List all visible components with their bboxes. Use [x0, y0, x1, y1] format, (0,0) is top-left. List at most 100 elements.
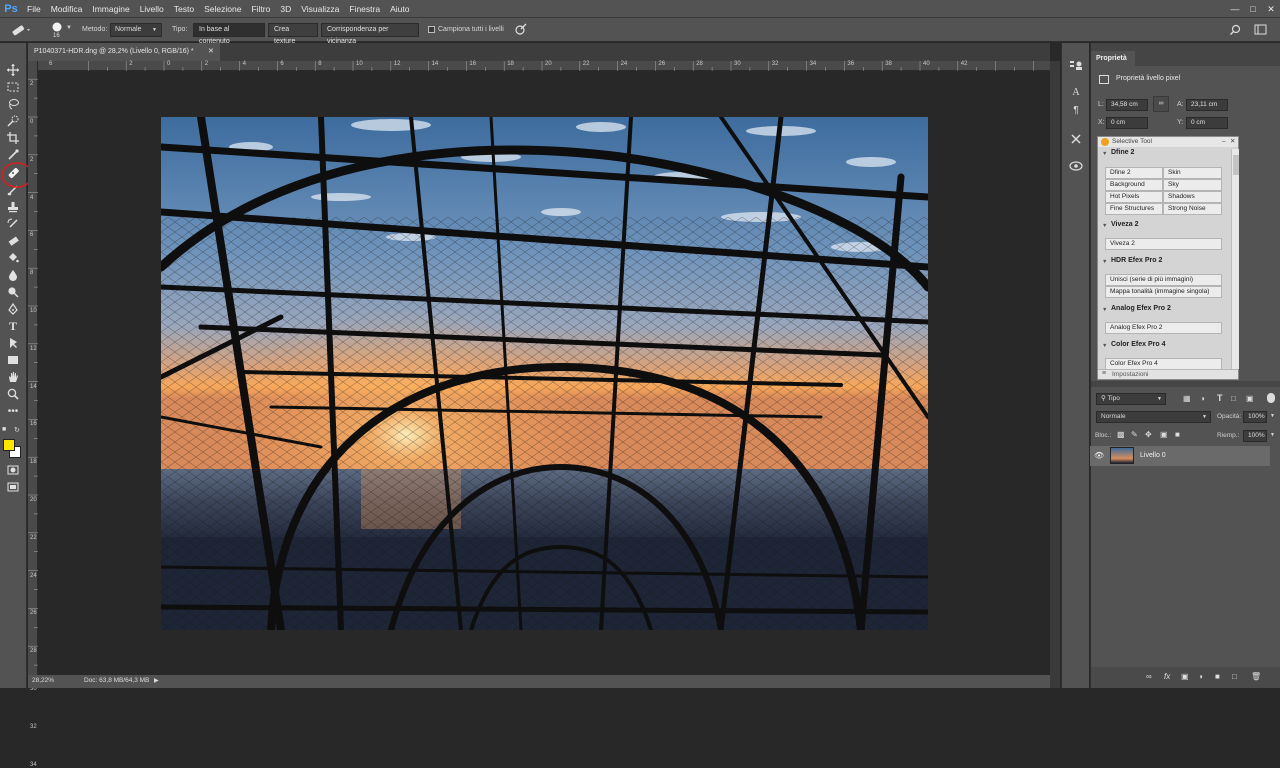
lock-artboard-icon[interactable]: ▣ [1160, 430, 1168, 439]
sky-button[interactable]: Sky [1163, 179, 1222, 191]
x-field[interactable]: 0 cm [1106, 117, 1148, 129]
zoom-level[interactable]: 28,22% [32, 677, 54, 684]
link-dimensions-icon[interactable]: ∞ [1153, 96, 1169, 112]
type-tool-icon[interactable]: T [5, 319, 21, 333]
collapse-triangle-icon[interactable]: ▼ [1102, 343, 1107, 349]
lock-pixels-icon[interactable]: ✎ [1131, 430, 1138, 439]
trash-icon[interactable]: 🗑 [1251, 672, 1261, 681]
properties-panel-icon[interactable] [1068, 58, 1084, 72]
viveza-2-button[interactable]: Viveza 2 [1105, 238, 1222, 250]
menu-livello[interactable]: Livello [135, 0, 169, 18]
settings-icon[interactable]: ≡ [1102, 370, 1106, 377]
tab-close-icon[interactable]: ✕ [208, 43, 214, 61]
dfine-2-button[interactable]: Dfine 2 [1105, 167, 1163, 179]
menu-finestra[interactable]: Finestra [344, 0, 385, 18]
selective-tool-scrollbar[interactable] [1231, 149, 1239, 369]
marquee-tool-icon[interactable] [5, 80, 21, 94]
width-field[interactable]: 34,58 cm [1106, 99, 1148, 111]
menu-immagine[interactable]: Immagine [87, 0, 134, 18]
analog-efex-button[interactable]: Analog Efex Pro 2 [1105, 322, 1222, 334]
hand-tool-icon[interactable] [5, 370, 21, 384]
menu-modifica[interactable]: Modifica [46, 0, 88, 18]
section-hdr-efex[interactable]: HDR Efex Pro 2 [1111, 257, 1162, 264]
adjustment-icon[interactable]: ◑ [1198, 672, 1203, 681]
more-tools-icon[interactable]: ••• [5, 404, 21, 418]
menu-selezione[interactable]: Selezione [199, 0, 246, 18]
workspace-icon[interactable] [1254, 24, 1268, 36]
search-icon[interactable] [1229, 24, 1241, 36]
pressure-size-icon[interactable] [514, 22, 528, 36]
minimize-icon[interactable]: — [1226, 0, 1244, 18]
menu-3d[interactable]: 3D [275, 0, 296, 18]
section-viveza[interactable]: Viveza 2 [1111, 221, 1139, 228]
new-layer-icon[interactable]: □ [1232, 672, 1237, 681]
filter-toggle[interactable] [1267, 393, 1275, 403]
paragraph-panel-icon[interactable]: ¶ [1068, 103, 1084, 117]
dodge-tool-icon[interactable] [5, 285, 21, 299]
sample-all-checkbox[interactable] [428, 26, 435, 33]
mask-icon[interactable]: ▣ [1181, 672, 1189, 681]
fine-structures-button[interactable]: Fine Structures [1105, 203, 1163, 215]
lock-position-icon[interactable]: ✥ [1145, 430, 1152, 439]
brush-size-picker[interactable]: 16 [50, 21, 66, 39]
height-field[interactable]: 23,11 cm [1186, 99, 1228, 111]
chevron-down-icon[interactable]: ▼ [66, 25, 72, 31]
fill-chevron-icon[interactable]: ▼ [1270, 432, 1275, 438]
type-proximity-match-button[interactable]: Corrispondenza per vicinanza [321, 23, 419, 45]
layer-row[interactable]: 👁 Livello 0 [1090, 446, 1270, 466]
filter-type-icon[interactable]: T [1217, 393, 1223, 403]
settings-bar[interactable]: Impostazioni [1098, 369, 1238, 379]
libraries-icon[interactable] [1068, 159, 1084, 173]
zoom-tool-icon[interactable] [5, 387, 21, 401]
quick-selection-tool-icon[interactable] [5, 114, 21, 128]
hdr-tonemap-button[interactable]: Mappa tonalità (immagine singola) [1105, 286, 1222, 298]
default-colors-icon[interactable]: ■ [2, 426, 12, 436]
selective-tool-title-bar[interactable]: Selective Tool – ✕ [1098, 137, 1238, 147]
history-brush-tool-icon[interactable] [5, 217, 21, 231]
move-tool-icon[interactable] [5, 63, 21, 77]
menu-file[interactable]: File [22, 0, 46, 18]
section-color-efex[interactable]: Color Efex Pro 4 [1111, 341, 1165, 348]
strong-noise-button[interactable]: Strong Noise [1163, 203, 1222, 215]
shadows-button[interactable]: Shadows [1163, 191, 1222, 203]
crop-tool-icon[interactable] [5, 131, 21, 145]
method-select[interactable]: Normale ▼ [110, 23, 162, 37]
tools-presets-icon[interactable] [1068, 132, 1084, 146]
hdr-merge-button[interactable]: Unisci (serie di più immagini) [1105, 274, 1222, 286]
background-button[interactable]: Background [1105, 179, 1163, 191]
opacity-field[interactable]: 100% [1243, 411, 1267, 423]
hot-pixels-button[interactable]: Hot Pixels [1105, 191, 1163, 203]
opacity-chevron-icon[interactable]: ▼ [1270, 413, 1275, 419]
character-panel-icon[interactable]: A [1068, 85, 1084, 99]
swap-colors-icon[interactable]: ↻ [14, 426, 24, 436]
minimize-icon[interactable]: – [1222, 137, 1226, 147]
filter-pixel-icon[interactable]: ▦ [1183, 394, 1191, 403]
tab-properties[interactable]: Proprietà [1091, 51, 1135, 66]
filter-smart-object-icon[interactable]: ▣ [1246, 394, 1254, 403]
paint-bucket-tool-icon[interactable] [5, 251, 21, 265]
layer-filter-select[interactable]: ⚲ Tipo ▼ [1096, 393, 1166, 405]
status-menu-icon[interactable]: ▶ [154, 677, 159, 684]
collapse-triangle-icon[interactable]: ▼ [1102, 151, 1107, 157]
menu-testo[interactable]: Testo [169, 0, 199, 18]
type-content-aware-button[interactable]: In base al contenuto [193, 23, 265, 45]
path-selection-tool-icon[interactable] [5, 336, 21, 350]
blend-mode-select[interactable]: Normale ▼ [1096, 411, 1211, 423]
skin-button[interactable]: Skin [1163, 167, 1222, 179]
fx-icon[interactable]: fx [1164, 672, 1170, 681]
maximize-icon[interactable]: □ [1244, 0, 1262, 18]
document-tab[interactable]: P1040371-HDR.dng @ 28,2% (Livello 0, RGB… [28, 43, 220, 61]
screen-mode-icon[interactable] [5, 480, 21, 494]
collapse-triangle-icon[interactable]: ▼ [1102, 259, 1107, 265]
layer-name[interactable]: Livello 0 [1140, 452, 1166, 459]
fill-field[interactable]: 100% [1243, 430, 1267, 442]
filter-shape-icon[interactable]: □ [1231, 394, 1236, 403]
filter-adjustment-icon[interactable]: ◑ [1200, 394, 1205, 403]
blur-tool-icon[interactable] [5, 268, 21, 282]
rectangle-tool-icon[interactable] [5, 353, 21, 367]
lasso-tool-icon[interactable] [5, 97, 21, 111]
eye-icon[interactable]: 👁 [1094, 451, 1104, 460]
y-field[interactable]: 0 cm [1186, 117, 1228, 129]
menu-filtro[interactable]: Filtro [246, 0, 275, 18]
pen-tool-icon[interactable] [5, 302, 21, 316]
